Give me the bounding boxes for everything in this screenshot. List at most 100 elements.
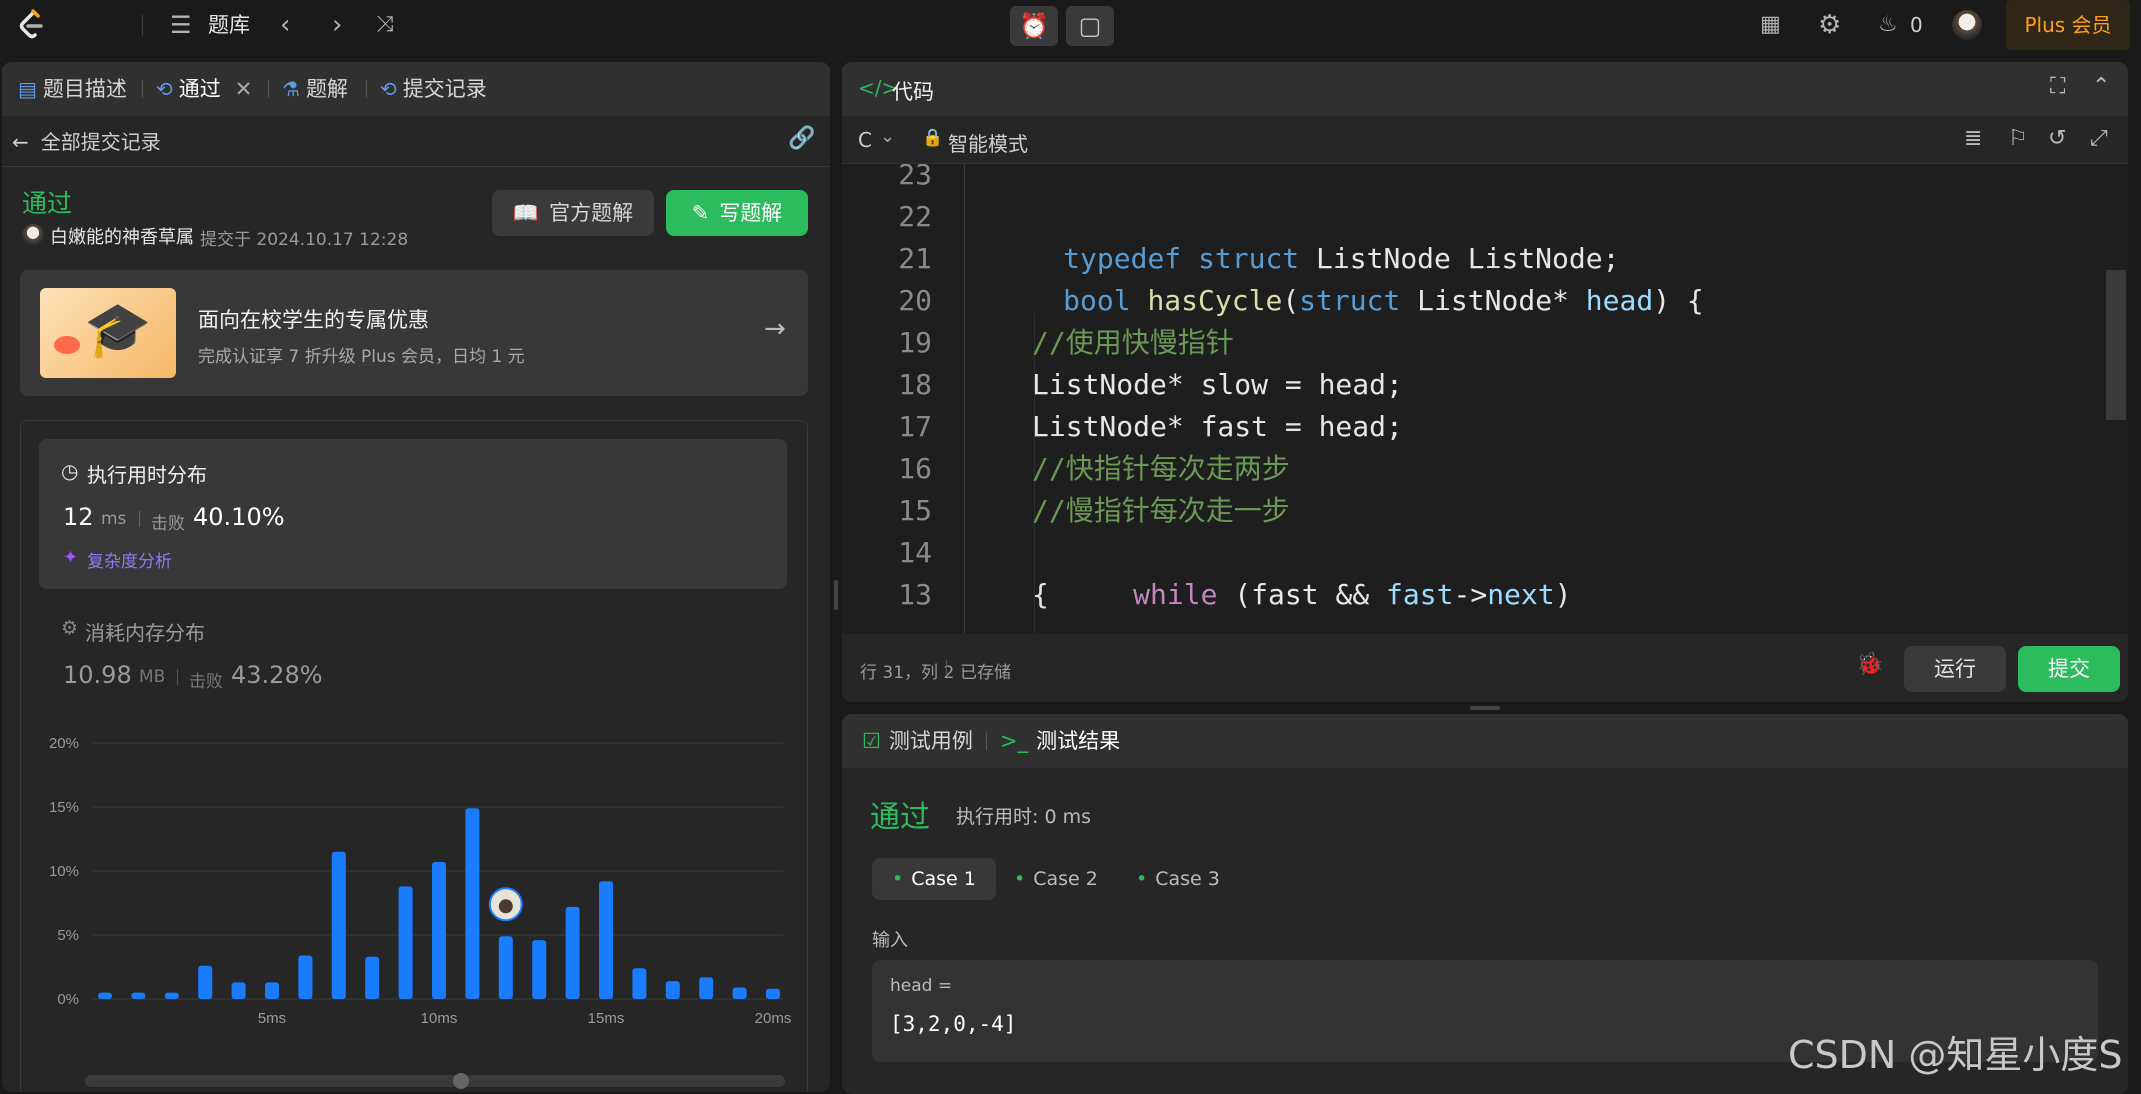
lock-icon: 🔒: [922, 128, 944, 148]
line-number: 21: [898, 242, 932, 275]
write-solution-button[interactable]: ✎ 写题解: [666, 190, 808, 236]
tab-solutions[interactable]: ⚗ 题解: [282, 62, 348, 116]
chip-icon: ⚙: [61, 617, 79, 639]
tab-submissions[interactable]: ⟲ 提交记录: [380, 62, 487, 116]
reset-icon[interactable]: ↺: [2048, 126, 2066, 151]
complexity-analysis-link[interactable]: 复杂度分析: [87, 547, 172, 572]
x-tick-label: 20ms: [755, 1010, 792, 1027]
close-icon[interactable]: ✕: [235, 77, 253, 101]
runtime-bar[interactable]: [164, 992, 179, 999]
note-button[interactable]: ▢: [1066, 6, 1114, 46]
divider: [142, 80, 143, 98]
plus-membership-button[interactable]: Plus 会员: [2006, 0, 2130, 50]
submit-button[interactable]: 提交: [2018, 646, 2120, 692]
official-solution-label: 官方题解: [549, 201, 634, 225]
runtime-bar[interactable]: [398, 886, 413, 999]
watermark: CSDN @知星小度S: [1788, 1033, 2123, 1077]
code-line-16: //快指针每次走两步: [1032, 452, 1290, 485]
submit-label: 提交: [2048, 657, 2090, 681]
prev-icon[interactable]: ‹: [280, 0, 290, 50]
timer-button[interactable]: ⏰: [1010, 6, 1058, 46]
runtime-bar[interactable]: [265, 982, 279, 999]
runtime-bar[interactable]: [665, 981, 680, 999]
runtime-bar[interactable]: [98, 992, 112, 999]
smart-mode-label[interactable]: 智能模式: [948, 128, 1028, 157]
runtime-bar[interactable]: [498, 936, 513, 999]
document-icon: ▤: [18, 77, 37, 101]
tab-test-results[interactable]: >_ 测试结果: [1000, 714, 1120, 768]
runtime-bar[interactable]: [198, 965, 213, 999]
runtime-unit: ms: [101, 509, 127, 529]
memory-title[interactable]: 消耗内存分布: [85, 617, 205, 646]
list-icon[interactable]: ☰: [170, 0, 192, 50]
tab-accepted[interactable]: ⟲ 通过 ✕: [156, 62, 252, 116]
expand-icon[interactable]: ⤢: [2090, 126, 2108, 151]
runtime-bar[interactable]: [766, 988, 780, 999]
leetcode-logo-icon[interactable]: [14, 0, 48, 59]
language-select[interactable]: C: [858, 128, 872, 152]
chart-range-slider[interactable]: [85, 1073, 785, 1089]
tab-description[interactable]: ▤ 题目描述: [18, 62, 127, 116]
graduation-cap-icon: 🎓: [40, 288, 176, 378]
cursor-position: 行 31，列 2: [860, 663, 955, 683]
history-icon: ⟲: [380, 77, 397, 101]
runtime-bar[interactable]: [699, 977, 714, 999]
runtime-bar[interactable]: [365, 956, 380, 999]
student-promo-banner[interactable]: 🎓 面向在校学生的专属优惠 完成认证享 7 折升级 Plus 会员，日均 1 元…: [20, 270, 808, 396]
divider: [268, 80, 269, 98]
collapse-icon[interactable]: ⌃: [2092, 74, 2110, 99]
shuffle-icon[interactable]: ⤨: [376, 0, 394, 50]
runtime-bar[interactable]: [432, 862, 446, 999]
format-icon[interactable]: ≣: [1964, 126, 1982, 151]
divider: [986, 732, 987, 750]
runtime-bar[interactable]: [231, 982, 246, 999]
link-icon[interactable]: 🔗: [788, 126, 815, 151]
bookmark-icon[interactable]: ⚐: [2008, 126, 2028, 151]
back-to-submissions[interactable]: ← 全部提交记录: [12, 126, 161, 158]
write-solution-label: 写题解: [719, 201, 783, 225]
runtime-bar[interactable]: [565, 906, 580, 999]
test-tab-bar: ☑ 测试用例 >_ 测试结果: [842, 714, 2128, 768]
line-number: 17: [898, 410, 932, 443]
debug-icon[interactable]: 🐞: [1856, 652, 1883, 677]
divider: [366, 80, 367, 98]
submission-user[interactable]: 白嫩能的神香草属: [50, 223, 194, 249]
case-tab-1[interactable]: • Case 1: [872, 858, 996, 900]
runtime-bar[interactable]: [532, 940, 547, 999]
runtime-bar[interactable]: [732, 987, 747, 999]
official-solution-button[interactable]: 📖 官方题解: [492, 190, 654, 236]
runtime-bar[interactable]: [298, 955, 313, 999]
code-line-21: bool hasCycle(struct ListNode* head) {: [1063, 284, 1704, 317]
vertical-resize-handle[interactable]: [834, 580, 838, 610]
case-tab-3[interactable]: • Case 3: [1116, 858, 1240, 900]
layout-icon[interactable]: ▦: [1760, 0, 1781, 50]
fullscreen-icon[interactable]: ⛶: [2050, 74, 2065, 99]
memory-beats: 43.28%: [231, 661, 323, 689]
avatar[interactable]: [1952, 10, 1982, 40]
run-button[interactable]: 运行: [1904, 646, 2006, 692]
horizontal-resize-handle[interactable]: [1470, 706, 1500, 710]
tab-test-cases[interactable]: ☑ 测试用例: [862, 714, 973, 768]
x-tick-label: 5ms: [258, 1010, 286, 1027]
code-editor[interactable]: 23 22 21 20 19 18 17 16 15 14 13 typedef struct Li…: [842, 164, 2128, 634]
terminal-icon: >_: [1000, 729, 1029, 753]
avatar-detail: [498, 899, 513, 914]
arrow-left-icon: ←: [12, 130, 29, 154]
sparkle-icon: ✦: [63, 547, 79, 568]
flame-icon[interactable]: ♨: [1878, 0, 1898, 50]
slider-handle[interactable]: [453, 1073, 469, 1089]
editor-scrollbar[interactable]: [2106, 270, 2126, 420]
settings-icon[interactable]: ⚙: [1818, 0, 1841, 50]
runtime-bar[interactable]: [599, 881, 613, 999]
case-tab-2[interactable]: • Case 2: [994, 858, 1118, 900]
runtime-card[interactable]: ◷ 执行用时分布 12 ms 击败 40.10% ✦ 复杂度分析: [39, 439, 787, 589]
top-bar: ☰ 题库 ‹ › ⤨ ⏰ ▢ ▦ ⚙ ♨ 0 Plus 会员: [0, 0, 2141, 50]
runtime-bar[interactable]: [632, 968, 647, 999]
runtime-bar[interactable]: [131, 992, 146, 999]
runtime-bar[interactable]: [465, 808, 480, 999]
chevron-down-icon[interactable]: ⌄: [880, 126, 895, 147]
problem-bank-link[interactable]: 题库: [208, 0, 250, 50]
runtime-bar[interactable]: [331, 851, 346, 999]
tab-accepted-label: 通过: [178, 77, 221, 101]
next-icon[interactable]: ›: [332, 0, 342, 50]
